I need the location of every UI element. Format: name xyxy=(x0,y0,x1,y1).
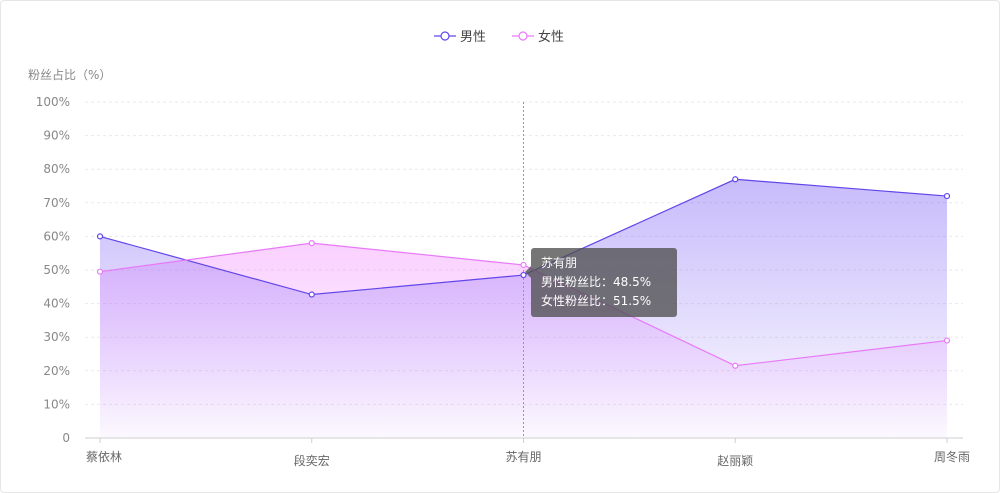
legend: 男性 女性 xyxy=(434,29,564,45)
data-point-male[interactable] xyxy=(732,176,739,183)
x-tick-label: 苏有朋 xyxy=(505,450,541,464)
data-point-female[interactable] xyxy=(732,362,739,369)
tooltip-title: 苏有朋 xyxy=(541,256,578,270)
legend-item-male[interactable]: 男性 xyxy=(434,30,486,45)
tooltip-pointer xyxy=(525,266,531,278)
tooltip-female-ratio: 女性粉丝比：51.5% xyxy=(541,294,652,308)
y-tick-label: 10% xyxy=(43,397,70,411)
y-tick-label: 70% xyxy=(43,196,70,210)
legend-label: 女性 xyxy=(538,29,564,45)
x-tick-label: 蔡依林 xyxy=(86,449,122,464)
y-tick-label: 30% xyxy=(43,330,70,344)
data-point-male[interactable] xyxy=(96,233,104,240)
y-tick-label: 20% xyxy=(43,364,70,378)
x-tick-label: 周冬雨 xyxy=(934,449,970,464)
y-tick-label: 0 xyxy=(62,431,70,445)
x-axis: 蔡依林 段奕宏 苏有朋 赵丽颖 周冬雨 xyxy=(85,437,970,468)
data-point-female[interactable] xyxy=(308,240,315,247)
y-tick-label: 80% xyxy=(43,162,70,176)
data-point-female[interactable] xyxy=(943,337,951,344)
y-tick-labels: 0 10% 20% 30% 40% 50% 60% 70% 80% 90% 100% xyxy=(36,95,70,445)
tooltip-male-ratio: 男性粉丝比：48.5% xyxy=(541,275,652,289)
y-tick-label: 50% xyxy=(43,263,70,277)
legend-item-female[interactable]: 女性 xyxy=(512,29,564,45)
legend-marker-icon xyxy=(440,31,450,41)
x-tick-label: 赵丽颖 xyxy=(717,454,753,468)
data-point-male[interactable] xyxy=(308,291,315,298)
data-point-male[interactable] xyxy=(943,192,951,200)
data-point-female[interactable] xyxy=(96,268,104,275)
legend-label: 男性 xyxy=(460,30,486,45)
hover-tooltip: 苏有朋 男性粉丝比：48.5% 女性粉丝比：51.5% xyxy=(525,248,677,317)
y-axis-label: 粉丝占比（%） xyxy=(28,67,111,82)
legend-marker-icon xyxy=(518,31,528,41)
y-tick-label: 90% xyxy=(43,129,70,143)
x-tick-label: 段奕宏 xyxy=(294,453,330,468)
y-tick-label: 100% xyxy=(36,95,70,109)
y-tick-label: 60% xyxy=(43,229,70,243)
y-tick-label: 40% xyxy=(43,297,70,311)
fans-gender-chart: 男性 女性 粉丝占比（%） 0 10% 20% 30% 40% 50% 60% 70% 80% 90… xyxy=(28,29,970,468)
